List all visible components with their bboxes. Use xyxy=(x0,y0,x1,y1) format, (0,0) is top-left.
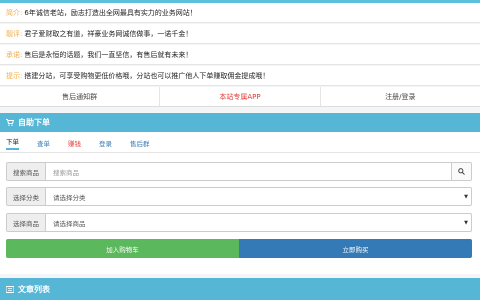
product-select-row: 选择商品 请选择商品 ▼ xyxy=(6,213,472,232)
order-panel-title: 自助下单 xyxy=(18,118,50,127)
category-select-row: 选择分类 请选择分类 ▼ xyxy=(6,187,472,206)
notice-item: 简介: 6年诚信老站，励志打造出全网最具有实力的业务网站！ xyxy=(0,3,480,23)
product-select[interactable]: 请选择商品 xyxy=(46,218,461,228)
article-panel-title: 文章列表 xyxy=(18,284,50,294)
article-panel-header: 文章列表 xyxy=(0,278,480,300)
tab-after-sales[interactable]: 售后群 xyxy=(130,138,150,148)
add-to-cart-button[interactable]: 加入购物车 xyxy=(6,239,239,258)
notice-tag: 简介: xyxy=(6,8,23,17)
page: 简介: 6年诚信老站，励志打造出全网最具有实力的业务网站！ 靓评: 君子爱财取之… xyxy=(0,0,480,300)
tab-earn[interactable]: 赚钱 xyxy=(68,138,81,148)
order-panel-header: 自助下单 xyxy=(0,113,480,132)
notice-tag: 靓评: xyxy=(6,29,23,38)
notice-item: 靓评: 君子爱财取之有道，祥豪业务网诚信做事，一诺千金！ xyxy=(0,24,480,44)
category-select[interactable]: 请选择分类 xyxy=(46,192,461,202)
notice-tag: 承诺: xyxy=(6,50,23,59)
product-label: 选择商品 xyxy=(7,214,46,231)
register-login-link[interactable]: 注册/登录 xyxy=(321,87,480,106)
search-label: 搜索商品 xyxy=(7,163,46,180)
tab-order[interactable]: 下单 xyxy=(6,136,19,150)
search-product-row: 搜索商品 搜索商品 xyxy=(6,162,472,181)
order-tabs: 下单 查单 赚钱 登录 售后群 xyxy=(0,133,480,153)
buy-now-button[interactable]: 立即购买 xyxy=(239,239,472,258)
cart-icon xyxy=(6,119,15,126)
action-buttons: 加入购物车 立即购买 xyxy=(6,239,472,258)
tab-login[interactable]: 登录 xyxy=(99,138,112,148)
quick-links-bar: 售后通知群 本站专属APP 注册/登录 xyxy=(0,87,480,107)
notice-text: 君子爱财取之有道，祥豪业务网诚信做事，一诺千金！ xyxy=(24,29,193,38)
list-icon xyxy=(5,285,15,293)
notice-item: 提示: 搭建分站，可享受购物更低价格哦，分站也可以推广他人下单赚取佣金提成哦！ xyxy=(0,66,480,86)
search-input[interactable]: 搜索商品 xyxy=(46,167,451,177)
notice-text: 搭建分站，可享受购物更低价格哦，分站也可以推广他人下单赚取佣金提成哦！ xyxy=(24,71,270,80)
app-download-link[interactable]: 本站专属APP xyxy=(160,87,321,106)
notice-text: 6年诚信老站，励志打造出全网最具有实力的业务网站！ xyxy=(24,8,197,17)
notice-text: 售后是永恒的话题，我们一直坚信，有售后就有未来！ xyxy=(24,50,193,59)
chevron-down-icon: ▼ xyxy=(464,193,468,200)
search-button[interactable] xyxy=(451,163,471,180)
notice-item: 承诺: 售后是永恒的话题，我们一直坚信，有售后就有未来！ xyxy=(0,45,480,65)
search-icon xyxy=(458,168,465,175)
category-label: 选择分类 xyxy=(7,188,46,205)
notice-tag: 提示: xyxy=(6,71,23,80)
chevron-down-icon: ▼ xyxy=(464,219,468,226)
tab-query[interactable]: 查单 xyxy=(37,138,50,148)
after-sales-group-link[interactable]: 售后通知群 xyxy=(0,87,161,106)
